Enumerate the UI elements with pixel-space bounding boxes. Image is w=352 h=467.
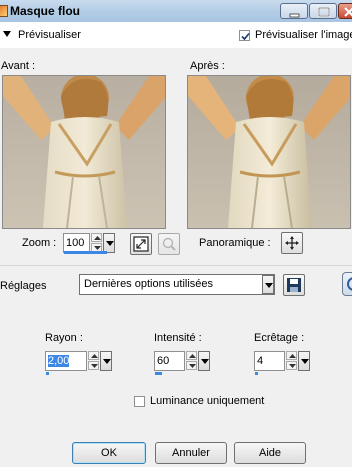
spin-up-button[interactable] [286, 351, 297, 360]
save-preset-button[interactable] [283, 274, 305, 296]
after-preview-image[interactable] [187, 75, 351, 229]
clipping-slider-bar[interactable] [255, 372, 258, 375]
magnifier-icon [162, 237, 176, 251]
save-disk-icon [287, 278, 301, 292]
app-icon [0, 5, 8, 17]
clipping-label: Ecrêtage : [254, 332, 305, 344]
preview-photo [188, 76, 350, 228]
before-label: Avant : [1, 60, 36, 72]
preview-toggle-label[interactable]: Prévisualiser [18, 29, 81, 41]
arrow-up-icon [289, 354, 296, 358]
clipping-dropdown-button[interactable] [298, 351, 310, 371]
checkmark-icon [241, 32, 250, 41]
clipping-input[interactable]: 4 [254, 351, 285, 371]
zoom-value: 100 [66, 237, 85, 249]
intensity-slider-bar[interactable] [155, 372, 162, 375]
zoom-label: Zoom : [22, 237, 57, 249]
pan-label: Panoramique : [199, 237, 271, 249]
spin-up-button[interactable] [91, 233, 102, 242]
radius-input[interactable]: 2,00 [45, 351, 87, 371]
radius-label: Rayon : [45, 332, 83, 344]
zoom-input[interactable]: 100 [63, 233, 90, 253]
after-label: Après : [190, 60, 225, 72]
maximize-icon [318, 7, 330, 17]
preset-value: Dernières options utilisées [84, 278, 214, 290]
collapse-triangle-icon[interactable] [3, 31, 11, 37]
zoom-actual-size-button[interactable] [158, 233, 180, 255]
luminance-checkbox[interactable] [134, 396, 145, 407]
arrow-up-icon [94, 236, 101, 240]
arrow-up-icon [91, 354, 98, 358]
before-preview-image[interactable] [2, 75, 166, 229]
minimize-button[interactable] [280, 3, 308, 19]
radius-dropdown-button[interactable] [100, 351, 112, 371]
dropdown-arrow-icon [301, 359, 309, 364]
dropdown-arrow-icon [103, 359, 111, 364]
preview-photo [3, 76, 165, 228]
arrow-down-icon [91, 364, 98, 368]
spin-down-button[interactable] [186, 361, 197, 370]
preview-bar: Prévisualiser Prévisualiser l'image [0, 22, 352, 48]
zoom-dropdown-button[interactable] [103, 233, 115, 253]
move-cross-icon [285, 236, 299, 250]
title-bar: Masque flou [0, 0, 352, 22]
close-icon [344, 7, 352, 17]
spin-down-button[interactable] [286, 361, 297, 370]
radius-stepper[interactable] [88, 351, 99, 371]
ok-button[interactable]: OK [72, 442, 146, 464]
clipping-stepper[interactable] [286, 351, 297, 371]
intensity-input[interactable]: 60 [154, 351, 185, 371]
spin-down-button[interactable] [88, 361, 99, 370]
arrow-down-icon [289, 364, 296, 368]
arrow-down-icon [189, 364, 196, 368]
divider [0, 265, 352, 266]
dropdown-arrow-icon [201, 359, 209, 364]
radius-value: 2,00 [48, 355, 70, 367]
fit-window-icon [133, 236, 149, 252]
luminance-label[interactable]: Luminance uniquement [150, 395, 264, 407]
close-button[interactable] [338, 3, 352, 19]
intensity-stepper[interactable] [186, 351, 197, 371]
intensity-dropdown-button[interactable] [198, 351, 210, 371]
spin-up-button[interactable] [186, 351, 197, 360]
dropdown-arrow-icon [106, 241, 114, 246]
pan-button[interactable] [281, 232, 303, 254]
reset-icon [347, 277, 352, 291]
preset-dropdown-button[interactable] [262, 275, 274, 294]
radius-slider-bar[interactable] [46, 372, 49, 375]
settings-label: Réglages [0, 280, 47, 292]
preset-select[interactable]: Dernières options utilisées [79, 274, 275, 295]
minimize-icon [289, 13, 300, 18]
zoom-slider-bar[interactable] [64, 251, 107, 254]
arrow-up-icon [189, 354, 196, 358]
clipping-value: 4 [257, 355, 264, 367]
reset-button[interactable] [342, 272, 352, 296]
help-button[interactable]: Aide [234, 442, 306, 464]
preview-image-label[interactable]: Prévisualiser l'image [255, 29, 352, 41]
zoom-to-fit-button[interactable] [130, 233, 152, 255]
spin-up-button[interactable] [88, 351, 99, 360]
window-title: Masque flou [10, 4, 81, 18]
intensity-label: Intensité : [154, 332, 202, 344]
intensity-value: 60 [157, 355, 170, 367]
preview-image-checkbox[interactable] [239, 30, 250, 41]
zoom-stepper[interactable] [91, 233, 102, 253]
maximize-button[interactable] [309, 3, 337, 19]
dropdown-arrow-icon [265, 283, 273, 288]
cancel-button[interactable]: Annuler [155, 442, 227, 464]
